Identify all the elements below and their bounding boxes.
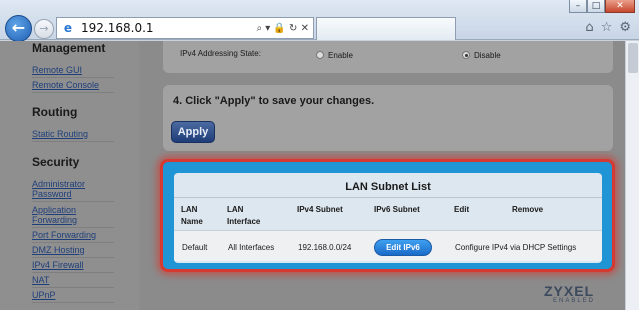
cell-lan-name: Default <box>182 243 208 252</box>
step-4-title: 4. Click "Apply" to save your changes. <box>173 95 375 107</box>
lan-subnet-highlight: LAN Subnet List LAN Name LAN Interface I… <box>160 159 615 272</box>
header-ipv6-subnet: IPv6 Subnet <box>374 205 420 214</box>
zyxel-logo: ZYXEL <box>544 283 595 299</box>
page-viewport: Management Remote GUI Remote Console Rou… <box>0 41 625 310</box>
window-controls: – □ ✕ <box>569 0 635 13</box>
sidebar-link-remote-console[interactable]: Remote Console <box>32 80 114 93</box>
header-lan-name: LAN Name <box>181 205 203 226</box>
browser-toolbar: – □ ✕ ← → e 192.168.0.1 ⌕ ▾ 🔒 ↻ ✕ ⌂ ☆ ⚙ <box>0 0 639 42</box>
back-button[interactable]: ← <box>5 15 32 42</box>
close-window-button[interactable]: ✕ <box>605 0 635 13</box>
zyxel-tagline: ENABLED <box>553 298 596 304</box>
section-title-management: Management <box>32 41 106 55</box>
title-divider <box>174 197 602 198</box>
edit-ipv6-button[interactable]: Edit IPv6 <box>374 239 432 256</box>
favorites-icon[interactable]: ☆ <box>601 20 613 35</box>
section-title-routing: Routing <box>32 105 78 119</box>
disable-radio-label: Disable <box>474 51 501 60</box>
table-row: Default All Interfaces 192.168.0.0/24 Ed… <box>174 230 602 261</box>
maximize-button[interactable]: □ <box>587 0 605 13</box>
home-icon[interactable]: ⌂ <box>585 20 593 35</box>
sidebar-link-remote-gui[interactable]: Remote GUI <box>32 65 114 78</box>
vertical-scrollbar[interactable] <box>625 41 639 310</box>
sidebar-link-static-routing[interactable]: Static Routing <box>32 129 114 142</box>
sidebar-link-application-forwarding[interactable]: Application Forwarding <box>32 205 114 228</box>
gear-icon[interactable]: ⚙ <box>619 20 631 35</box>
header-edit: Edit <box>454 205 470 214</box>
browser-tab[interactable] <box>316 17 456 40</box>
disable-radio[interactable] <box>462 51 470 59</box>
address-bar[interactable]: e 192.168.0.1 ⌕ ▾ 🔒 ↻ ✕ <box>56 17 314 39</box>
configure-ipv4-dhcp-link[interactable]: Configure IPv4 via DHCP Settings <box>455 243 576 252</box>
sidebar-link-administrator-password[interactable]: Administrator Password <box>32 179 114 202</box>
address-bar-icons[interactable]: ⌕ ▾ 🔒 ↻ ✕ <box>256 23 313 34</box>
section-title-security: Security <box>32 155 80 169</box>
header-ipv4-subnet: IPv4 Subnet <box>297 205 343 214</box>
ipv4-state-label: IPv4 Addressing State: <box>180 49 261 58</box>
sidebar-link-port-forwarding[interactable]: Port Forwarding <box>32 230 114 243</box>
lan-subnet-list: LAN Subnet List LAN Name LAN Interface I… <box>174 173 602 263</box>
ie-icon: e <box>63 21 73 35</box>
header-remove: Remove <box>512 205 544 214</box>
minimize-button[interactable]: – <box>569 0 587 13</box>
enable-radio-label: Enable <box>328 51 353 60</box>
enable-radio[interactable] <box>316 51 324 59</box>
header-lan-interface: LAN Interface <box>227 205 261 226</box>
scrollbar-thumb[interactable] <box>628 43 638 73</box>
sidebar-link-ipv4-firewall[interactable]: IPv4 Firewall <box>32 260 114 273</box>
apply-button[interactable]: Apply <box>171 121 215 143</box>
sidebar: Management Remote GUI Remote Console Rou… <box>0 41 139 310</box>
lan-subnet-list-title: LAN Subnet List <box>345 181 431 193</box>
sidebar-link-dmz-hosting[interactable]: DMZ Hosting <box>32 245 114 258</box>
sidebar-link-upnp[interactable]: UPnP <box>32 290 114 303</box>
sidebar-link-nat[interactable]: NAT <box>32 275 114 288</box>
cell-ipv4-subnet: 192.168.0.0/24 <box>298 243 352 252</box>
browser-tools: ⌂ ☆ ⚙ <box>585 20 631 35</box>
cell-lan-interface: All Interfaces <box>228 243 275 252</box>
forward-button[interactable]: → <box>34 19 54 39</box>
address-text: 192.168.0.1 <box>81 21 154 35</box>
